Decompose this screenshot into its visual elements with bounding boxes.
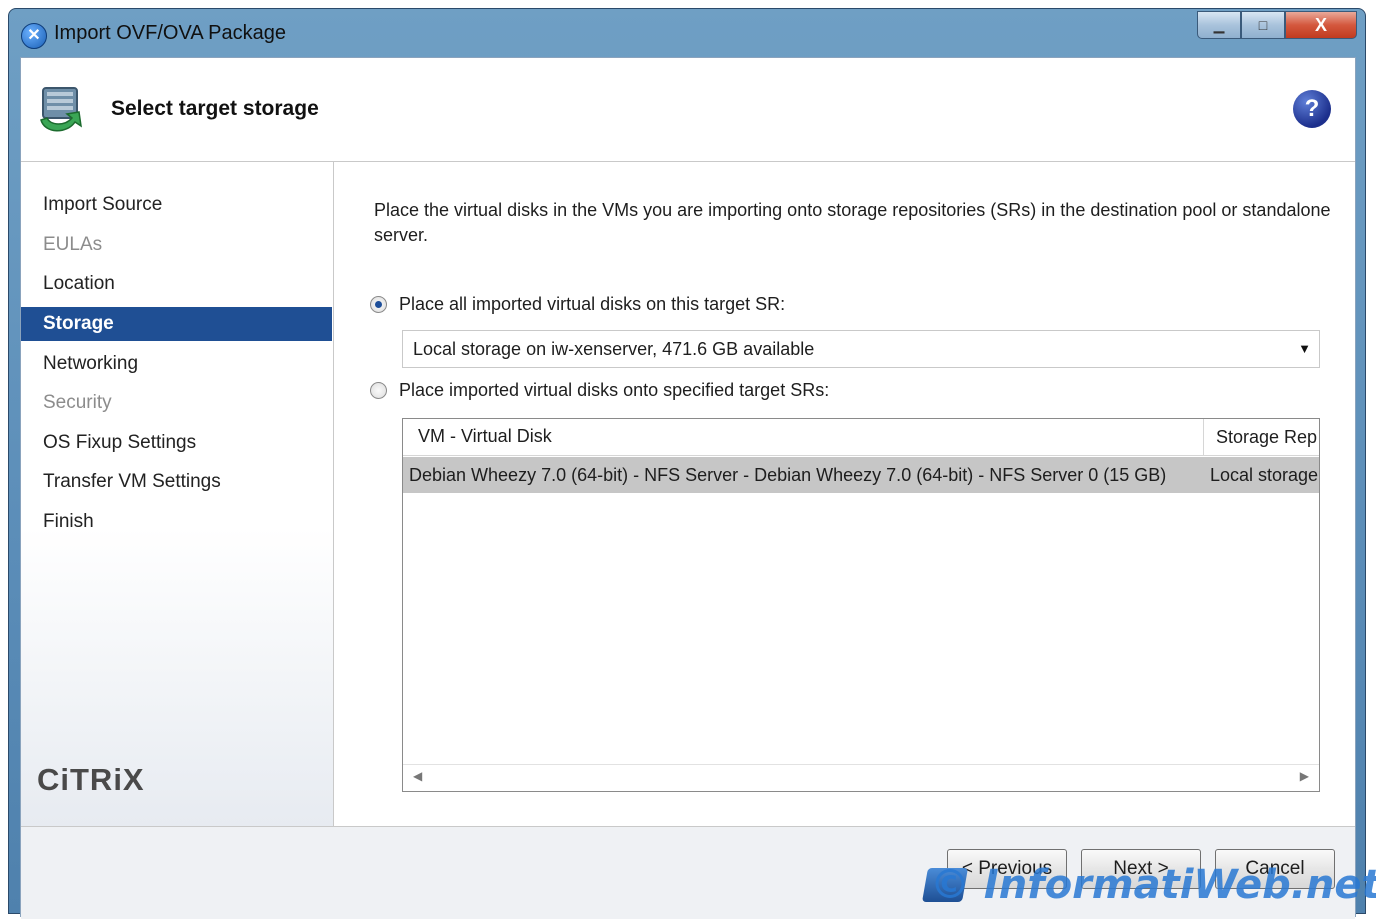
- wizard-header: Select target storage ?: [21, 58, 1355, 162]
- sidebar-item-networking[interactable]: Networking: [21, 347, 332, 381]
- scroll-left-icon[interactable]: ◀: [413, 769, 422, 783]
- wizard-steps-sidebar: Import Source EULAs Location Storage Net…: [21, 162, 334, 826]
- column-header-vm-virtual-disk[interactable]: VM - Virtual Disk: [418, 426, 552, 447]
- title-bar[interactable]: ✕ Import OVF/OVA Package ▁ □ X: [9, 9, 1365, 59]
- wizard-client-area: Select target storage ? Import Source EU…: [20, 57, 1356, 919]
- import-package-icon: [40, 87, 82, 132]
- page-title: Select target storage: [111, 97, 319, 120]
- sidebar-item-finish[interactable]: Finish: [21, 505, 332, 539]
- virtual-disk-grid[interactable]: VM - Virtual Disk Storage Rep Debian Whe…: [402, 418, 1320, 792]
- sidebar-item-import-source[interactable]: Import Source: [21, 188, 332, 222]
- place-all-radio[interactable]: [370, 296, 387, 313]
- place-specified-radio[interactable]: [370, 382, 387, 399]
- dropdown-arrow-icon[interactable]: ▼: [1298, 331, 1311, 367]
- horizontal-scrollbar[interactable]: ◀ ▶: [403, 764, 1319, 791]
- grid-header: VM - Virtual Disk Storage Rep: [403, 419, 1319, 456]
- import-wizard-window: ✕ Import OVF/OVA Package ▁ □ X Select ta…: [8, 8, 1366, 919]
- sidebar-item-security: Security: [43, 392, 112, 413]
- scroll-right-icon[interactable]: ▶: [1300, 769, 1309, 783]
- table-row[interactable]: Debian Wheezy 7.0 (64-bit) - NFS Server …: [403, 457, 1319, 493]
- place-all-option[interactable]: Place all imported virtual disks on this…: [370, 294, 785, 315]
- citrix-logo: CiTRiX: [37, 762, 145, 797]
- maximize-button[interactable]: □: [1241, 11, 1285, 39]
- sidebar-item-transfer-vm-settings[interactable]: Transfer VM Settings: [21, 465, 332, 499]
- sidebar-item-location[interactable]: Location: [21, 267, 332, 301]
- column-header-storage-repository[interactable]: Storage Rep: [1203, 419, 1317, 455]
- window-title: Import OVF/OVA Package: [54, 22, 286, 44]
- sidebar-item-storage[interactable]: Storage: [21, 307, 332, 341]
- place-specified-label: Place imported virtual disks onto specif…: [399, 380, 830, 400]
- xencenter-app-icon: ✕: [21, 23, 47, 49]
- minimize-button[interactable]: ▁: [1197, 11, 1241, 39]
- watermark-text: © InformatiWeb.net: [930, 862, 1376, 908]
- sidebar-item-os-fixup-settings[interactable]: OS Fixup Settings: [21, 426, 332, 460]
- target-sr-dropdown[interactable]: Local storage on iw-xenserver, 471.6 GB …: [402, 330, 1320, 368]
- storage-repository-cell[interactable]: Local storage: [1210, 457, 1318, 493]
- virtual-disk-cell: Debian Wheezy 7.0 (64-bit) - NFS Server …: [409, 465, 1167, 485]
- place-specified-option[interactable]: Place imported virtual disks onto specif…: [370, 380, 829, 401]
- intro-text: Place the virtual disks in the VMs you a…: [374, 200, 1331, 245]
- place-all-label: Place all imported virtual disks on this…: [399, 294, 786, 314]
- sidebar-item-eulas: EULAs: [43, 234, 103, 255]
- target-sr-value: Local storage on iw-xenserver, 471.6 GB …: [413, 339, 815, 359]
- storage-page-content: Place the virtual disks in the VMs you a…: [334, 162, 1355, 826]
- window-controls: ▁ □ X: [1197, 11, 1357, 43]
- help-icon[interactable]: ?: [1293, 90, 1331, 128]
- close-button[interactable]: X: [1285, 11, 1357, 39]
